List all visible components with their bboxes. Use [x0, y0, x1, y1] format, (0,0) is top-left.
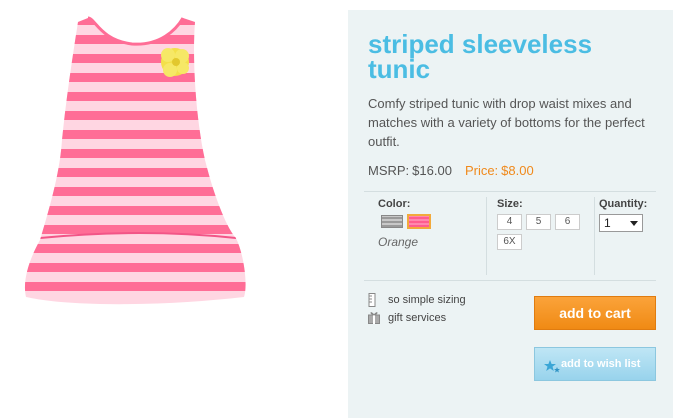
size-button-6[interactable]: 6 [555, 214, 580, 230]
price-row: MSRP: $16.00 Price: $8.00 [368, 163, 534, 178]
gift-icon [368, 311, 380, 329]
add-to-cart-button[interactable]: add to cart [534, 296, 656, 330]
color-swatch-orange[interactable] [407, 214, 431, 229]
quantity-select[interactable]: 1 [599, 214, 643, 232]
size-buttons: 4 5 6 6X [497, 214, 594, 258]
quantity-option: Quantity: 1 [594, 197, 656, 275]
selected-color-name: Orange [378, 235, 419, 249]
msrp-value: $16.00 [412, 163, 452, 178]
size-label: Size: [497, 198, 523, 210]
sizing-link-label: so simple sizing [388, 294, 466, 306]
size-button-4[interactable]: 4 [497, 214, 522, 230]
color-swatch-grey[interactable] [381, 215, 403, 228]
sizing-link[interactable]: so simple sizing [366, 292, 466, 310]
size-button-6x[interactable]: 6X [497, 234, 522, 250]
size-button-5[interactable]: 5 [526, 214, 551, 230]
flower-ornament [161, 48, 189, 77]
msrp-label: MSRP: [368, 163, 410, 178]
color-label: Color: [378, 198, 411, 210]
add-to-wish-list-button[interactable]: add to wish list [534, 347, 656, 381]
service-links: so simple sizing gift services [366, 292, 466, 328]
size-option: Size: 4 5 6 6X [486, 197, 594, 275]
product-description: Comfy striped tunic with drop waist mixe… [368, 96, 645, 149]
gift-services-label: gift services [388, 312, 447, 324]
product-image [0, 0, 340, 418]
chevron-down-icon [630, 221, 638, 226]
price-label: Price: [464, 163, 499, 178]
color-option: Color: Orange [378, 197, 488, 275]
quantity-value: 1 [604, 216, 611, 230]
product-details-panel: striped sleeveless tunic Comfy striped t… [348, 10, 673, 418]
product-options: Color: Orange Size: 4 5 6 6X Quantity: 1 [364, 191, 656, 281]
stars-icon [543, 356, 561, 388]
product-title: striped sleeveless tunic [368, 29, 593, 84]
price-value: $8.00 [501, 163, 534, 178]
gift-services-link[interactable]: gift services [366, 310, 466, 328]
wish-list-label: add to wish list [561, 358, 641, 370]
quantity-label: Quantity: [599, 198, 648, 210]
color-swatches [378, 214, 488, 229]
